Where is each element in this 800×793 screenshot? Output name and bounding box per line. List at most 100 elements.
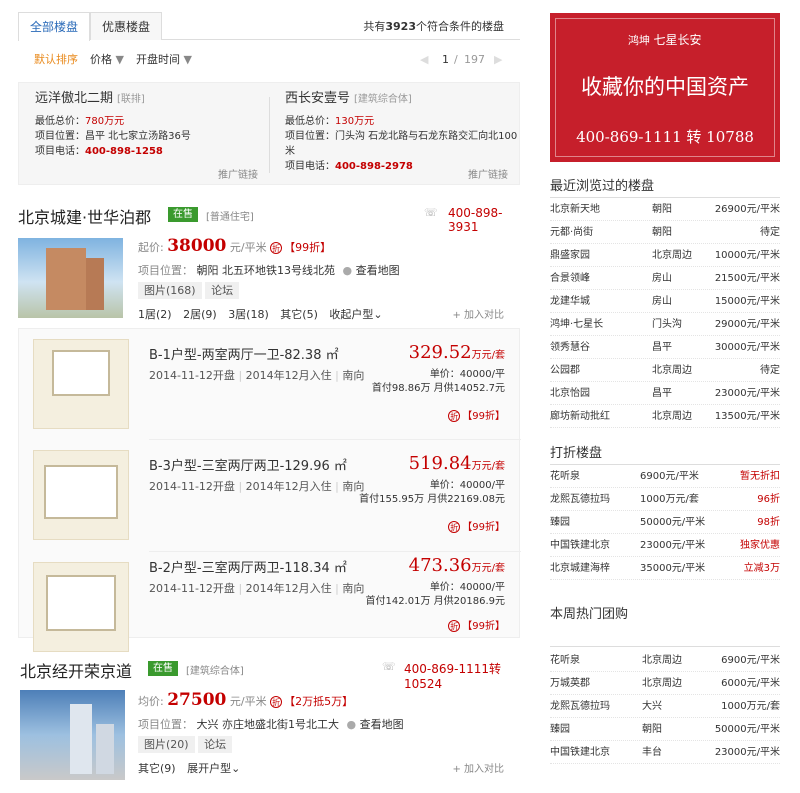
list-item[interactable]: 花听泉 6900元/平米 暂无折扣 (550, 466, 780, 488)
item-name[interactable]: 领秀慧谷 (550, 337, 590, 359)
list-item[interactable]: 中国铁建北京 23000元/平米 独家优惠 (550, 535, 780, 557)
unit-card[interactable]: B-3户型-三室两厅两卫-129.96 ㎡ 2014-11-12开盘 | 201… (19, 445, 521, 545)
tab-discount[interactable]: 优惠楼盘 (90, 12, 162, 40)
item-name[interactable]: 臻园 (550, 719, 570, 741)
item-name[interactable]: 中国铁建北京 (550, 535, 610, 557)
room-filter-1[interactable]: 1居(2) (138, 308, 172, 321)
item-name[interactable]: 廊坊新动批红 (550, 406, 610, 428)
unit-card[interactable]: B-1户型-两室两厅一卫-82.38 ㎡ 2014-11-12开盘 | 2014… (19, 334, 521, 434)
item-name[interactable]: 臻园 (550, 512, 570, 534)
item-name[interactable]: 元都·尚街 (550, 222, 593, 244)
collapse-rooms[interactable]: 收起户型 (329, 308, 373, 321)
item-area: 昌平 (652, 342, 672, 353)
project-thumbnail[interactable] (20, 690, 125, 780)
list-item[interactable]: 臻园 朝阳 50000元/平米 (550, 719, 780, 741)
item-name[interactable]: 北京新天地 (550, 199, 600, 221)
room-filter-3[interactable]: 3居(18) (228, 308, 269, 321)
map-pin-icon: ● (346, 718, 357, 731)
floorplan-image[interactable] (33, 450, 129, 540)
list-item[interactable]: 廊坊新动批红 北京周边 13500元/平米 (550, 406, 780, 428)
project-thumbnail[interactable] (18, 238, 123, 318)
unit-open-date: 2014-11-12开盘 (149, 582, 235, 595)
promo-name[interactable]: 西长安壹号 (285, 91, 350, 106)
list-item[interactable]: 合景领峰 房山 21500元/平米 (550, 268, 780, 290)
item-name[interactable]: 花听泉 (550, 466, 580, 488)
forum-button[interactable]: 论坛 (205, 282, 240, 299)
unit-payment: 首付98.86万 月供14052.7元 (371, 383, 505, 394)
pictures-button[interactable]: 图片(168) (138, 282, 202, 299)
price-label: 起价: (138, 241, 164, 254)
add-compare[interactable]: + 加入对比 (452, 306, 504, 321)
add-compare[interactable]: + 加入对比 (452, 760, 504, 775)
item-name[interactable]: 龙建华城 (550, 291, 590, 313)
unit-name[interactable]: B-2户型-三室两厅两卫-118.34 ㎡ (149, 557, 347, 576)
list-item[interactable]: 北京新天地 朝阳 26900元/平米 (550, 199, 780, 221)
project-title[interactable]: 北京经开荣京道 (20, 658, 132, 682)
promo-item[interactable]: 远洋傲北二期 [联排] 最低总价：780万元 项目位置：昌平 北七家立汤路36号 … (35, 91, 275, 159)
item-name[interactable]: 花听泉 (550, 650, 580, 672)
list-item[interactable]: 花听泉 北京周边 6900元/平米 (550, 650, 780, 672)
item-name[interactable]: 万城英郡 (550, 673, 590, 695)
promo-item[interactable]: 西长安壹号 [建筑综合体] 最低总价：130万元 项目位置：门头沟 石龙北路与石龙… (285, 91, 525, 174)
item-name[interactable]: 北京怡园 (550, 383, 590, 405)
room-filter-other[interactable]: 其它(5) (280, 308, 318, 321)
list-item[interactable]: 中国铁建北京 丰台 23000元/平米 (550, 742, 780, 764)
item-price: 6900元/平米 (640, 471, 699, 482)
item-name[interactable]: 龙熙瓦德拉玛 (550, 696, 610, 718)
list-item[interactable]: 元都·尚街 朝阳 待定 (550, 222, 780, 244)
list-item[interactable]: 万城英郡 北京周边 6000元/平米 (550, 673, 780, 695)
discount-title: 打折楼盘 (550, 446, 603, 461)
item-name[interactable]: 鼎盛家园 (550, 245, 590, 267)
item-area: 朝阳 (652, 204, 672, 215)
list-item[interactable]: 鸿坤·七星长 门头沟 29000元/平米 (550, 314, 780, 336)
unit-info: 2014-11-12开盘 | 2014年12月入住 | 南向 (149, 369, 365, 382)
floorplan-image[interactable] (33, 562, 129, 652)
list-item[interactable]: 臻园 50000元/平米 98折 (550, 512, 780, 534)
unit-name[interactable]: B-3户型-三室两厅两卫-129.96 ㎡ (149, 455, 347, 474)
pictures-button[interactable]: 图片(20) (138, 736, 195, 753)
project-title[interactable]: 北京城建·世华泊郡 (18, 204, 151, 228)
ad-banner[interactable]: 鸿坤 七星长安 收藏你的中国资产 400-869-1111 转 10788 (550, 13, 780, 162)
item-price: 35000元/平米 (640, 563, 706, 574)
list-item[interactable]: 龙熙瓦德拉玛 1000万元/套 96折 (550, 489, 780, 511)
unit-card[interactable]: B-2户型-三室两厅两卫-118.34 ㎡ 2014-11-12开盘 | 201… (19, 555, 521, 657)
sort-open-time[interactable]: 开盘时间 ▼ (136, 48, 192, 72)
list-item[interactable]: 龙建华城 房山 15000元/平米 (550, 291, 780, 313)
unit-name[interactable]: B-1户型-两室两厅一卫-82.38 ㎡ (149, 344, 339, 363)
item-price: 23000元/平米 (640, 540, 706, 551)
promo-link[interactable]: 推广链接 (218, 166, 258, 181)
prev-page-icon[interactable]: ◀ (420, 48, 428, 72)
item-name[interactable]: 北京城建海梓 (550, 558, 610, 580)
room-filter-other[interactable]: 其它(9) (138, 762, 176, 775)
list-item[interactable]: 北京城建海梓 35000元/平米 立减3万 (550, 558, 780, 580)
list-item[interactable]: 龙熙瓦德拉玛 大兴 1000万元/套 (550, 696, 780, 718)
item-name[interactable]: 鸿坤·七星长 (550, 314, 603, 336)
expand-rooms[interactable]: 展开户型 (187, 762, 231, 775)
floorplan-image[interactable] (33, 339, 129, 429)
item-discount: 立减3万 (743, 563, 780, 574)
view-map-link[interactable]: 查看地图 (356, 264, 400, 277)
room-filter-2[interactable]: 2居(9) (183, 308, 217, 321)
list-item[interactable]: 领秀慧谷 昌平 30000元/平米 (550, 337, 780, 359)
view-map-link[interactable]: 查看地图 (360, 718, 404, 731)
item-name[interactable]: 中国铁建北京 (550, 742, 610, 764)
unit-list: B-1户型-两室两厅一卫-82.38 ㎡ 2014-11-12开盘 | 2014… (18, 328, 521, 652)
list-item[interactable]: 北京怡园 昌平 23000元/平米 (550, 383, 780, 405)
list-item[interactable]: 鼎盛家园 北京周边 10000元/平米 (550, 245, 780, 267)
item-name[interactable]: 龙熙瓦德拉玛 (550, 489, 610, 511)
next-page-icon[interactable]: ▶ (494, 48, 502, 72)
unit-total: 329.52 (408, 342, 472, 363)
sort-default[interactable]: 默认排序 (34, 48, 78, 72)
unit-total-unit: 万元/套 (471, 461, 505, 472)
price-line: 起价: 38000 元/平米 折【99折】 (138, 236, 331, 256)
promo-name[interactable]: 远洋傲北二期 (35, 91, 113, 106)
item-price: 10000元/平米 (714, 250, 780, 261)
promo-link[interactable]: 推广链接 (468, 166, 508, 181)
item-price: 待定 (760, 365, 780, 376)
item-name[interactable]: 公园郡 (550, 360, 580, 382)
item-name[interactable]: 合景领峰 (550, 268, 590, 290)
list-item[interactable]: 公园郡 北京周边 待定 (550, 360, 780, 382)
forum-button[interactable]: 论坛 (198, 736, 233, 753)
tab-all[interactable]: 全部楼盘 (18, 12, 90, 41)
sort-price[interactable]: 价格 ▼ (90, 48, 124, 72)
